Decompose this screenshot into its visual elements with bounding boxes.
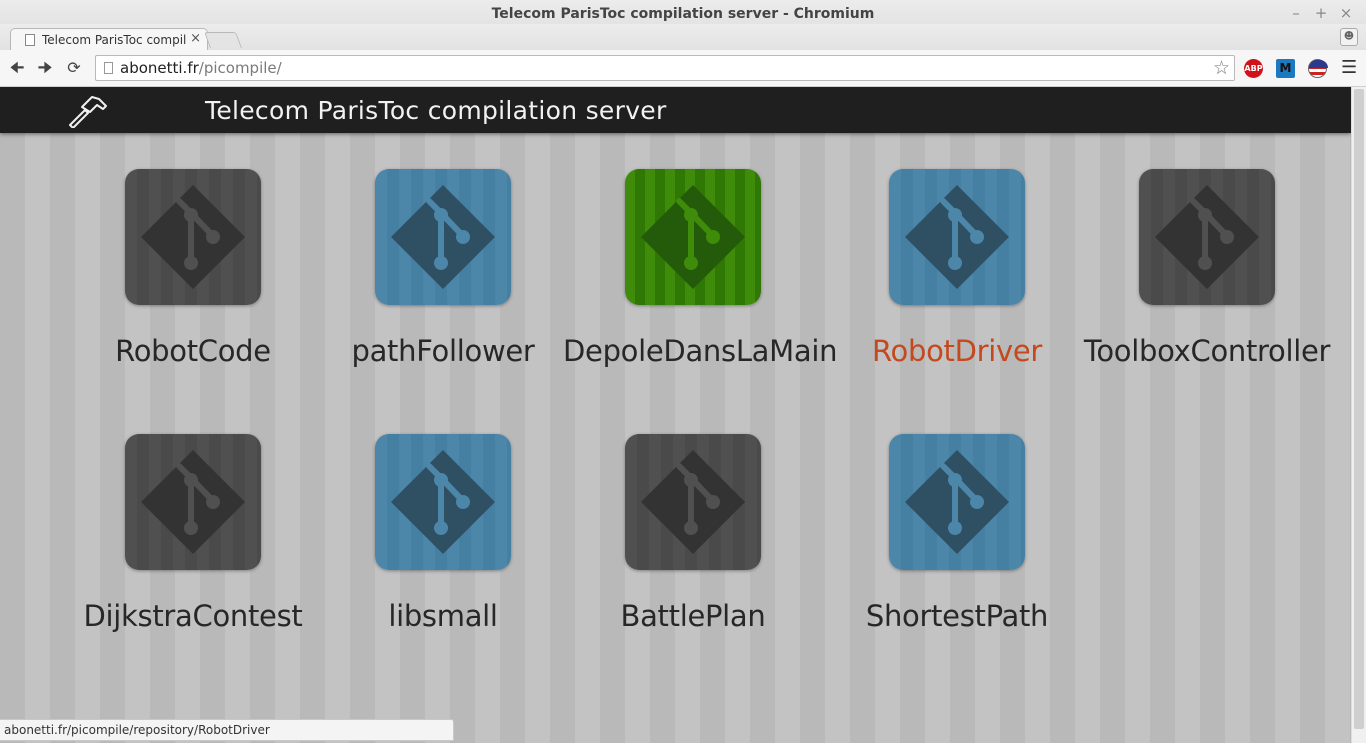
repository-item[interactable]: ToolboxController <box>1077 169 1337 379</box>
repository-icon[interactable] <box>375 434 511 570</box>
repository-item[interactable]: libsmall <box>313 434 573 644</box>
adblock-extension-icon[interactable]: ABP <box>1244 59 1263 78</box>
page-icon <box>104 62 113 74</box>
git-logo-icon <box>905 185 1009 289</box>
bookmark-star-icon[interactable]: ☆ <box>1213 57 1230 79</box>
repository-name[interactable]: RobotCode <box>63 334 323 368</box>
page-content: Telecom ParisToc compilation server Robo… <box>0 87 1351 743</box>
tab-active[interactable]: Telecom ParisToc compil × <box>10 28 208 50</box>
status-bar: abonetti.fr/picompile/repository/RobotDr… <box>0 719 454 741</box>
url-text: abonetti.fr/picompile/ <box>120 59 282 77</box>
maximize-icon[interactable]: + <box>1313 4 1329 22</box>
minimize-icon[interactable]: – <box>1288 4 1304 22</box>
repository-item[interactable]: DepoleDansLaMain <box>563 169 837 379</box>
reload-icon[interactable]: ⟳ <box>63 57 85 79</box>
flag-extension-icon[interactable] <box>1308 59 1328 78</box>
repository-name[interactable]: libsmall <box>313 599 573 633</box>
git-logo-icon <box>1155 185 1259 289</box>
repository-icon[interactable] <box>125 169 261 305</box>
site-title: Telecom ParisToc compilation server <box>205 96 667 125</box>
site-header: Telecom ParisToc compilation server <box>0 87 1351 133</box>
menu-icon[interactable]: ☰ <box>1341 59 1357 77</box>
profile-icon[interactable]: ☻ <box>1340 28 1358 46</box>
repository-name[interactable]: RobotDriver <box>827 334 1087 368</box>
git-logo-icon <box>141 450 245 554</box>
hammer-icon[interactable] <box>66 94 108 128</box>
scrollbar-thumb[interactable] <box>1354 89 1364 729</box>
repository-name[interactable]: ShortestPath <box>827 599 1087 633</box>
forward-icon[interactable]: 🠊 <box>34 57 56 79</box>
repository-item[interactable]: DijkstraContest <box>63 434 323 644</box>
close-window-icon[interactable]: × <box>1338 4 1354 22</box>
repository-name[interactable]: BattlePlan <box>563 599 823 633</box>
window-title: Telecom ParisToc compilation server - Ch… <box>491 6 875 22</box>
repository-item[interactable]: ShortestPath <box>827 434 1087 644</box>
repository-icon[interactable] <box>1139 169 1275 305</box>
new-tab-button[interactable] <box>204 32 242 48</box>
repository-item[interactable]: RobotDriver <box>827 169 1087 379</box>
page-icon <box>25 34 35 46</box>
browser-toolbar: 🠈 🠊 ⟳ abonetti.fr/picompile/ ☆ ABP M ☰ <box>0 50 1366 87</box>
repository-name[interactable]: DepoleDansLaMain <box>563 334 837 368</box>
repository-icon[interactable] <box>889 434 1025 570</box>
repository-icon[interactable] <box>625 169 761 305</box>
tab-strip: Telecom ParisToc compil × ☻ <box>0 24 1366 50</box>
address-bar[interactable]: abonetti.fr/picompile/ ☆ <box>95 55 1235 81</box>
repository-icon[interactable] <box>375 169 511 305</box>
repository-item[interactable]: pathFollower <box>313 169 573 379</box>
repository-icon[interactable] <box>625 434 761 570</box>
git-logo-icon <box>391 450 495 554</box>
tab-title: Telecom ParisToc compil <box>42 33 187 47</box>
repository-name[interactable]: DijkstraContest <box>63 599 323 633</box>
git-logo-icon <box>641 450 745 554</box>
back-icon[interactable]: 🠈 <box>6 57 28 79</box>
tab-close-icon[interactable]: × <box>190 31 201 46</box>
m-extension-icon[interactable]: M <box>1276 59 1295 78</box>
repository-name[interactable]: ToolboxController <box>1077 334 1337 368</box>
git-logo-icon <box>905 450 1009 554</box>
git-logo-icon <box>141 185 245 289</box>
repository-name[interactable]: pathFollower <box>313 334 573 368</box>
repository-icon[interactable] <box>125 434 261 570</box>
git-logo-icon <box>391 185 495 289</box>
repository-item[interactable]: BattlePlan <box>563 434 823 644</box>
git-logo-icon <box>641 185 745 289</box>
repository-item[interactable]: RobotCode <box>63 169 323 379</box>
repository-icon[interactable] <box>889 169 1025 305</box>
scrollbar[interactable] <box>1351 87 1366 743</box>
